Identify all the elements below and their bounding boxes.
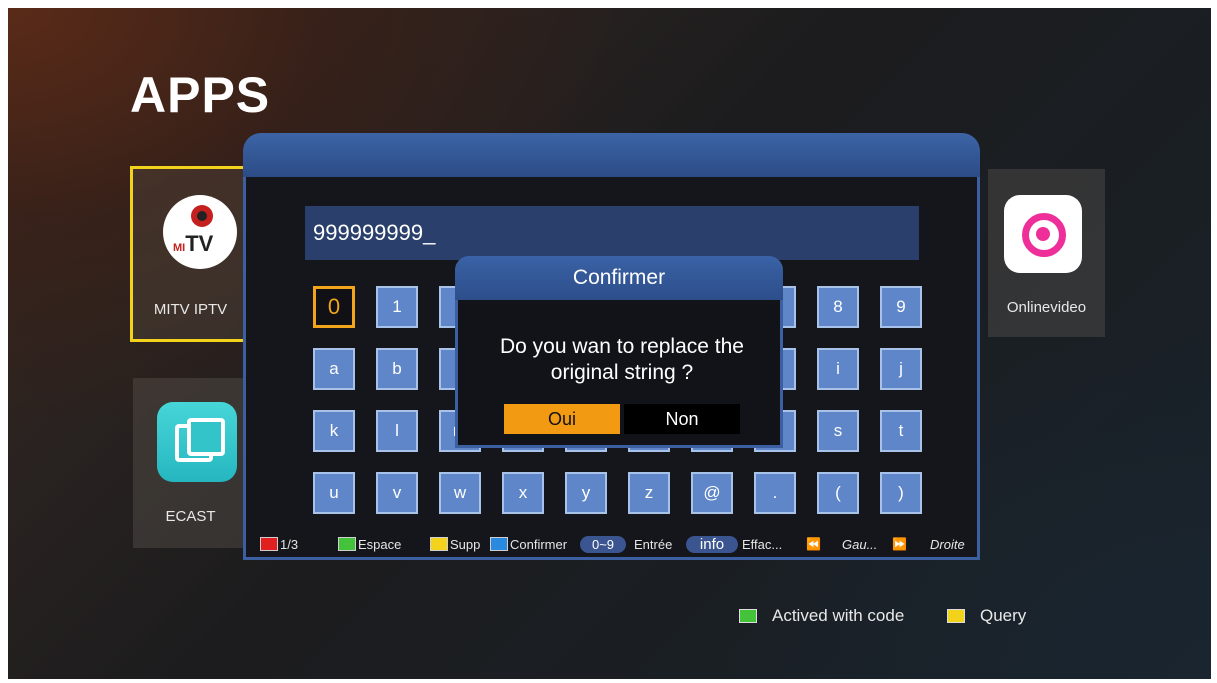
onlinevideo-play-icon [1004, 195, 1082, 273]
confirm-dialog-title: Confirmer [455, 256, 783, 300]
key-11[interactable]: b [376, 348, 418, 390]
hint-left: Gau... [842, 537, 878, 552]
confirm-message-line1: Do you wan to replace the [500, 335, 744, 358]
confirm-dialog-body: Do you wan to replace the original strin… [455, 300, 783, 448]
confirm-dialog: Confirmer Do you wan to replace the orig… [455, 256, 783, 448]
text-input-field[interactable]: 999999999_ [305, 206, 919, 260]
key-8[interactable]: 8 [817, 286, 859, 328]
hint-delete: Supp [450, 537, 481, 552]
key-34[interactable]: y [565, 472, 607, 514]
page-title: APPS [130, 67, 271, 123]
yellow-key-icon [430, 537, 448, 551]
app-label-ecast: ECAST [165, 508, 216, 525]
confirm-message: Do you wan to replace the original strin… [468, 334, 776, 386]
app-tile-mitv-iptv[interactable]: MITV MITV IPTV [130, 166, 251, 342]
key-21[interactable]: l [376, 410, 418, 452]
info-key-badge: info [686, 536, 738, 553]
app-tile-onlinevideo[interactable]: Onlinevideo [988, 169, 1105, 337]
key-20[interactable]: k [313, 410, 355, 452]
app-label-onlinevideo: Onlinevideo [1006, 299, 1087, 316]
key-10[interactable]: a [313, 348, 355, 390]
keyboard-header [243, 133, 980, 177]
key-36[interactable]: @ [691, 472, 733, 514]
ecast-screens-icon [157, 402, 237, 482]
red-key-icon [260, 537, 278, 551]
key-35[interactable]: z [628, 472, 670, 514]
green-key-icon [338, 537, 356, 551]
key-33[interactable]: x [502, 472, 544, 514]
confirm-message-line2: original string ? [550, 361, 694, 384]
key-32[interactable]: w [439, 472, 481, 514]
key-38[interactable]: ( [817, 472, 859, 514]
hint-info: Effac... [742, 537, 783, 552]
blue-key-icon [490, 537, 508, 551]
key-29[interactable]: t [880, 410, 922, 452]
legend-yellow-label: Query [980, 606, 1027, 625]
hint-page: 1/3 [280, 537, 299, 552]
hint-digits: Entrée [634, 537, 673, 552]
no-button[interactable]: Non [624, 404, 740, 434]
key-18[interactable]: i [817, 348, 859, 390]
mitv-logo-icon: MITV [163, 195, 237, 269]
key-37[interactable]: . [754, 472, 796, 514]
legend-green-label: Actived with code [772, 606, 905, 625]
digits-key-badge: 0~9 [580, 536, 626, 553]
key-30[interactable]: u [313, 472, 355, 514]
forward-icon: ⏩ [892, 537, 907, 551]
hint-space: Espace [358, 537, 402, 552]
rewind-icon: ⏪ [806, 537, 821, 551]
key-19[interactable]: j [880, 348, 922, 390]
app-tile-ecast[interactable]: ECAST [133, 378, 248, 548]
yellow-key-icon [947, 609, 965, 623]
key-1[interactable]: 1 [376, 286, 418, 328]
green-key-icon [739, 609, 757, 623]
key-0[interactable]: 0 [313, 286, 355, 328]
keyboard-hint-bar: 1/3 Espace Supp Confirmer 0~9 Entrée inf… [246, 534, 977, 556]
key-9[interactable]: 9 [880, 286, 922, 328]
hint-confirm: Confirmer [510, 537, 568, 552]
hint-right: Droite [930, 537, 965, 552]
key-39[interactable]: ) [880, 472, 922, 514]
yes-button[interactable]: Oui [504, 404, 620, 434]
app-label-mitv-iptv: MITV IPTV [153, 301, 228, 318]
key-31[interactable]: v [376, 472, 418, 514]
key-28[interactable]: s [817, 410, 859, 452]
